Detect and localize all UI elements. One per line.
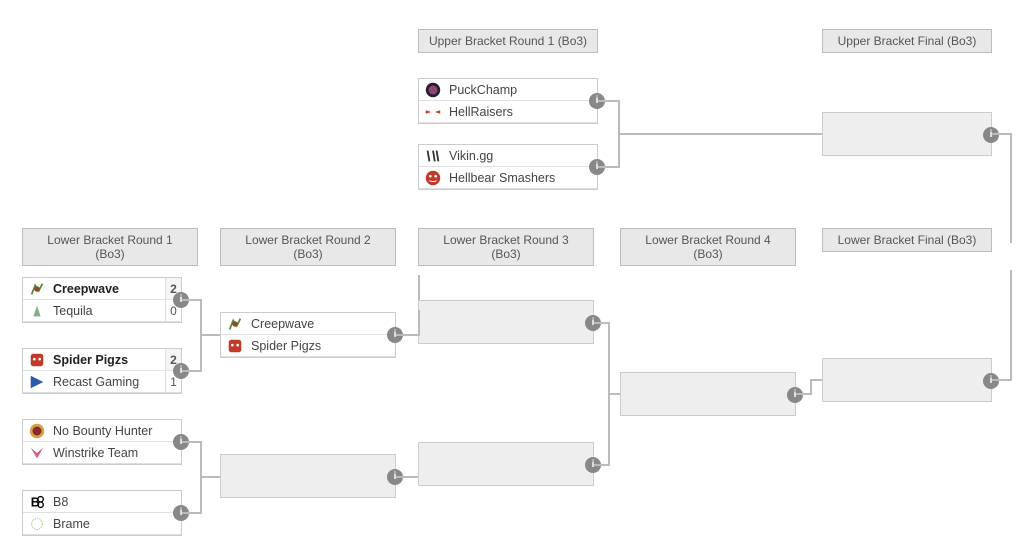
connector — [200, 334, 220, 336]
connector — [200, 476, 220, 478]
team-name: HellRaisers — [447, 105, 597, 119]
connector — [594, 322, 608, 324]
team-name: PuckChamp — [447, 83, 597, 97]
connector — [396, 334, 418, 336]
lb-r1-m1[interactable]: Creepwave 2 Tequila 0 i — [22, 277, 182, 323]
team-row[interactable]: Winstrike Team — [23, 442, 181, 464]
ub-match-2[interactable]: Vikin.gg Hellbear Smashers i — [418, 144, 598, 190]
connector — [418, 275, 420, 300]
connector — [182, 370, 200, 372]
creepwave-icon — [225, 314, 245, 334]
team-row[interactable]: HellRaisers — [419, 101, 597, 123]
connector — [796, 393, 810, 395]
spiderpigzs-icon — [225, 336, 245, 356]
connector — [608, 393, 620, 395]
team-row[interactable]: No Bounty Hunter — [23, 420, 181, 442]
connector — [810, 379, 822, 381]
team-row[interactable]: Recast Gaming 1 — [23, 371, 181, 393]
team-name: Spider Pigzs — [249, 339, 395, 353]
team-name: Tequila — [51, 304, 165, 318]
team-row[interactable]: Spider Pigzs — [221, 335, 395, 357]
spiderpigzs-icon — [27, 350, 47, 370]
header-lb3: Lower Bracket Round 3 (Bo3) — [418, 228, 594, 266]
team-name: Recast Gaming — [51, 375, 165, 389]
team-row[interactable]: B B8 — [23, 491, 181, 513]
brame-icon — [27, 514, 47, 534]
team-name: Hellbear Smashers — [447, 171, 597, 185]
b8-icon: B — [27, 492, 47, 512]
winstrike-icon — [27, 443, 47, 463]
ub-final-match[interactable]: i — [822, 112, 992, 156]
tequila-icon — [27, 301, 47, 321]
header-ub1: Upper Bracket Round 1 (Bo3) — [418, 29, 598, 53]
lb-r3-m2[interactable]: i — [418, 442, 594, 486]
team-row[interactable]: Brame — [23, 513, 181, 535]
creepwave-icon — [27, 279, 47, 299]
header-lb1: Lower Bracket Round 1 (Bo3) — [22, 228, 198, 266]
header-lbf: Lower Bracket Final (Bo3) — [822, 228, 992, 252]
vikingg-icon — [423, 146, 443, 166]
header-lb2: Lower Bracket Round 2 (Bo3) — [220, 228, 396, 266]
lb-r1-m4[interactable]: B B8 Brame i — [22, 490, 182, 536]
info-icon[interactable]: i — [983, 373, 999, 389]
team-row[interactable]: Hellbear Smashers — [419, 167, 597, 189]
connector — [618, 133, 822, 135]
connector — [396, 476, 418, 478]
team-name: Brame — [51, 517, 181, 531]
lb-r2-m2[interactable]: i — [220, 454, 396, 498]
info-icon[interactable]: i — [983, 127, 999, 143]
lb-r3-m1[interactable]: i — [418, 300, 594, 344]
info-icon[interactable]: i — [787, 387, 803, 403]
team-row[interactable]: Creepwave — [221, 313, 395, 335]
nobounty-icon — [27, 421, 47, 441]
connector — [810, 379, 812, 395]
connector — [182, 441, 200, 443]
lb-r2-m1[interactable]: Creepwave Spider Pigzs i — [220, 312, 396, 358]
team-name: B8 — [51, 495, 181, 509]
connector — [182, 299, 200, 301]
team-row[interactable]: Tequila 0 — [23, 300, 181, 322]
lb-final[interactable]: i — [822, 358, 992, 402]
ub-match-1[interactable]: PuckChamp HellRaisers i — [418, 78, 598, 124]
connector — [992, 133, 1012, 135]
team-name: Creepwave — [249, 317, 395, 331]
connector — [598, 166, 618, 168]
connector — [594, 464, 608, 466]
lb-r1-m2[interactable]: Spider Pigzs 2 Recast Gaming 1 i — [22, 348, 182, 394]
team-name: Vikin.gg — [447, 149, 597, 163]
team-row[interactable]: Vikin.gg — [419, 145, 597, 167]
hellraisers-icon — [423, 102, 443, 122]
puckchamp-icon — [423, 80, 443, 100]
hellbear-icon — [423, 168, 443, 188]
team-name: Spider Pigzs — [51, 353, 165, 367]
team-name: Creepwave — [51, 282, 165, 296]
team-row[interactable]: Spider Pigzs 2 — [23, 349, 181, 371]
connector — [1010, 133, 1012, 243]
lb-r1-m3[interactable]: No Bounty Hunter Winstrike Team i — [22, 419, 182, 465]
team-row[interactable]: PuckChamp — [419, 79, 597, 101]
connector — [418, 310, 420, 336]
team-row[interactable]: Creepwave 2 — [23, 278, 181, 300]
lb-r4-m1[interactable]: i — [620, 372, 796, 416]
connector — [992, 379, 1010, 381]
connector — [182, 512, 200, 514]
header-lb4: Lower Bracket Round 4 (Bo3) — [620, 228, 796, 266]
recast-icon — [27, 372, 47, 392]
header-ubf: Upper Bracket Final (Bo3) — [822, 29, 992, 53]
connector — [1010, 270, 1012, 381]
connector — [598, 100, 618, 102]
team-name: No Bounty Hunter — [51, 424, 181, 438]
team-name: Winstrike Team — [51, 446, 181, 460]
